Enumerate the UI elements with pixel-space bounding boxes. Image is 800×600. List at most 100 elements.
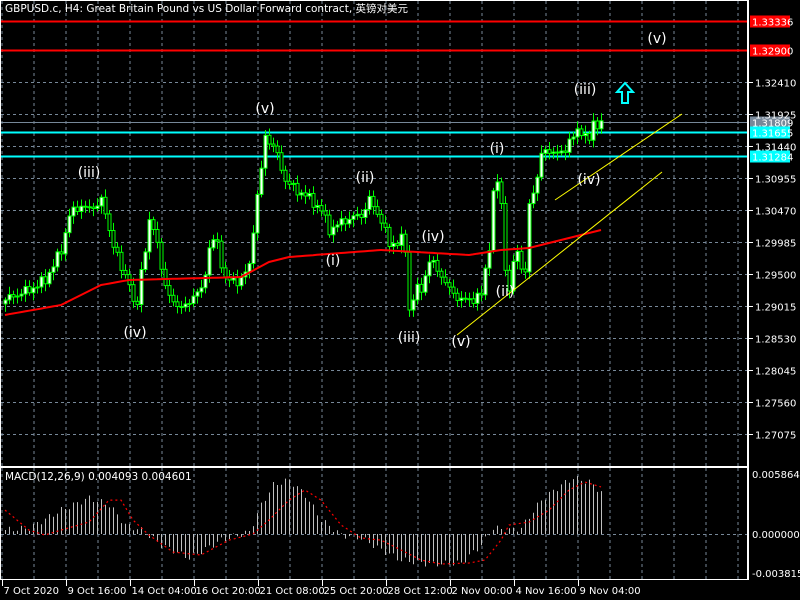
candle-bear: [295, 182, 300, 196]
wave-label: (iv): [421, 229, 444, 245]
candle-bull: [515, 250, 520, 262]
candle-bear: [167, 285, 172, 296]
wave-label: (v): [255, 101, 274, 117]
candle-bull: [307, 192, 312, 197]
axes: [0, 0, 748, 580]
candle-bull: [31, 287, 36, 294]
time-tick-label: 28 Oct 12:00: [388, 586, 453, 597]
horizontal-levels: [1, 20, 747, 158]
candle-bear: [215, 239, 220, 242]
candle-bull: [139, 269, 144, 306]
candle-bear: [179, 306, 184, 309]
candle-bull: [315, 205, 320, 208]
wave-label: (iv): [577, 172, 600, 188]
candle-bear: [163, 268, 168, 287]
candle-bear: [311, 192, 316, 208]
wave-label: (ii): [356, 170, 375, 186]
candle-bull: [183, 303, 188, 308]
candle-bear: [283, 169, 288, 182]
candle-bear: [343, 218, 348, 225]
wave-label: (iii): [78, 165, 101, 181]
macd-label: MACD(12,26,9) 0.004093 0.004601: [5, 471, 192, 483]
candle-bull: [211, 239, 216, 249]
candle-bear: [115, 246, 120, 253]
time-axis[interactable]: 7 Oct 2020 9 Oct 16:00 14 Oct 04:0016 Oct …: [2, 580, 641, 597]
candle-bull: [567, 138, 572, 153]
wave-label: (ii): [496, 284, 515, 300]
candle-bull: [527, 203, 532, 273]
macd-signal-line: [4, 481, 602, 565]
candle-bear: [435, 259, 440, 272]
candle-bear: [419, 283, 424, 293]
candle-bull: [347, 218, 352, 225]
candle-bull: [491, 190, 496, 252]
candle-bear: [479, 292, 484, 296]
candle-bull: [47, 271, 52, 285]
candle-bull: [351, 215, 356, 220]
candle-bear: [383, 222, 388, 228]
candle-bear: [395, 242, 400, 246]
candle-bull: [19, 293, 24, 297]
price-tick-label: 1.30955: [755, 175, 796, 186]
candle-bull: [367, 195, 372, 210]
price-tick-label: 1.31440: [755, 143, 796, 154]
candle-bull: [79, 205, 84, 212]
candle-bull: [239, 276, 244, 287]
candle-bull: [339, 218, 344, 226]
candle-bull: [543, 149, 548, 154]
candle-bull: [263, 134, 268, 169]
candle-bear: [323, 210, 328, 216]
candle-bear: [279, 152, 284, 171]
time-tick-label: 7 Oct 2020: [4, 586, 59, 597]
wave-label: (iv): [123, 325, 146, 341]
candle-bull: [531, 192, 536, 205]
candle-bear: [463, 297, 468, 300]
candle-bear: [547, 149, 552, 154]
price-tick-label: 1.31925: [755, 111, 796, 122]
candle-bull: [35, 286, 40, 289]
wave-label: (iii): [574, 82, 597, 98]
candle-bull: [591, 120, 596, 141]
price-axis[interactable]: 1.333361.329001.318091.316551.312841.324…: [748, 0, 800, 580]
candle-bear: [287, 180, 292, 185]
candle-bull: [247, 263, 252, 273]
candle-bull: [299, 192, 304, 196]
candle-bull: [571, 136, 576, 140]
candle-bull: [191, 295, 196, 305]
price-tick-label: 1.28045: [755, 367, 796, 378]
candle-bull: [7, 294, 12, 301]
candle-bull: [415, 283, 420, 301]
candle-bear: [387, 226, 392, 248]
candle-bull: [355, 213, 360, 217]
candle-bear: [555, 151, 560, 154]
candle-bear: [235, 276, 240, 287]
candle-bear: [403, 233, 408, 253]
candle-bear: [519, 250, 524, 270]
candle-bear: [371, 195, 376, 208]
candle-bull: [67, 215, 72, 234]
candle-bull: [459, 297, 464, 301]
candle-bear: [87, 206, 92, 209]
candle-bear: [439, 270, 444, 278]
candle-bull: [51, 266, 56, 273]
candle-bear: [471, 298, 476, 304]
candle-bull: [251, 232, 256, 265]
candle-bear: [579, 128, 584, 137]
candle-bear: [223, 267, 228, 278]
candle-bear: [303, 192, 308, 197]
up-arrow-icon: [614, 81, 636, 105]
price-label-cyan: 1.31655: [752, 129, 793, 140]
candle-bear: [319, 205, 324, 212]
candle-bull: [483, 267, 488, 296]
candle-bear: [503, 203, 508, 271]
price-tick-label: 1.32410: [755, 79, 796, 90]
time-tick-label: 25 Oct 20:00: [324, 586, 389, 597]
trading-chart[interactable]: (iii) (iv) (v) (i) (ii) (iii) (iv) (v) (i) (ii) (i…: [0, 0, 800, 600]
candle-bull: [207, 247, 212, 276]
candle-bull: [199, 287, 204, 293]
candle-bear: [111, 230, 116, 248]
candle-bear: [159, 241, 164, 270]
candle-bull: [495, 181, 500, 192]
candle-bear: [375, 206, 380, 215]
time-tick-label: 2 Nov 00:00: [452, 586, 513, 597]
